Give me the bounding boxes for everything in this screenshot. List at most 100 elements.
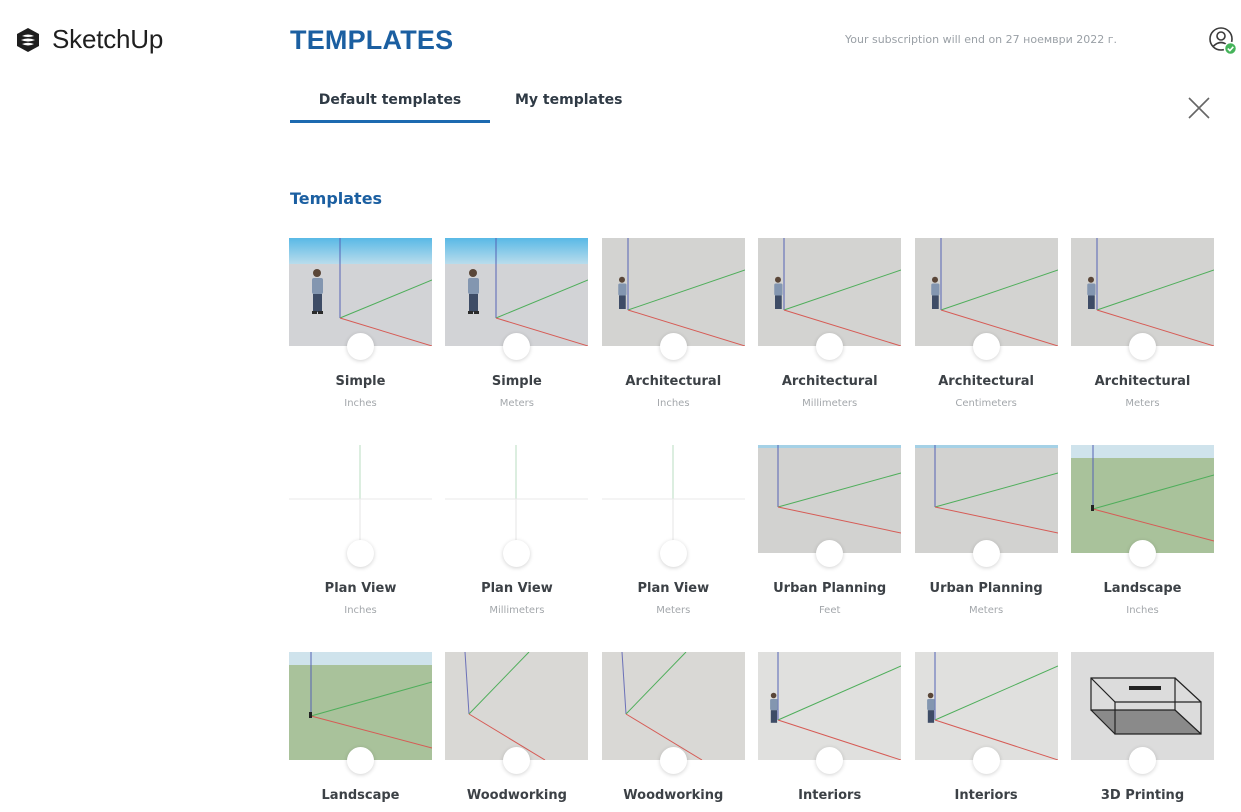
template-preview-image	[758, 238, 902, 346]
template-unit: Inches	[657, 398, 690, 409]
template-title: 3D Printing	[1100, 788, 1185, 803]
template-unit: Meters	[499, 398, 534, 409]
template-thumbnail[interactable]	[289, 652, 432, 774]
template-thumbnail[interactable]	[445, 652, 589, 774]
template-thumbnail[interactable]	[914, 652, 1058, 774]
template-card[interactable]: Woodworking	[445, 652, 589, 812]
template-title: Architectural	[625, 374, 722, 389]
template-select-radio[interactable]	[347, 333, 374, 360]
template-card[interactable]: Architectural Millimeters	[758, 238, 902, 409]
template-unit: Inches	[344, 398, 377, 409]
template-select-radio[interactable]	[972, 333, 1000, 360]
template-unit: Inches	[1126, 605, 1159, 616]
template-select-radio[interactable]	[659, 540, 687, 567]
template-card[interactable]: Architectural Meters	[1071, 238, 1214, 409]
app-logo: SketchUp	[14, 24, 163, 55]
template-thumbnail[interactable]	[289, 445, 432, 567]
template-select-radio[interactable]	[503, 540, 531, 567]
template-title: Architectural	[938, 374, 1034, 389]
tab-default-templates[interactable]: Default templates	[290, 90, 490, 123]
template-preview-image	[758, 445, 902, 553]
template-card[interactable]: Landscape	[289, 652, 432, 812]
template-select-radio[interactable]	[972, 747, 1000, 774]
template-unit: Meters	[969, 605, 1004, 616]
template-thumbnail[interactable]	[914, 238, 1058, 360]
template-thumbnail[interactable]	[601, 445, 745, 567]
sketchup-logo-icon	[17, 27, 39, 52]
template-thumbnail[interactable]	[1071, 652, 1214, 774]
template-preview-image	[289, 445, 432, 553]
template-card[interactable]: Interiors	[914, 652, 1058, 812]
template-preview-image	[601, 652, 745, 760]
template-unit: Millimeters	[802, 398, 858, 409]
template-select-radio[interactable]	[816, 747, 844, 774]
template-unit: Feet	[818, 605, 841, 616]
template-select-radio[interactable]	[659, 333, 687, 360]
template-select-radio[interactable]	[972, 540, 1000, 567]
template-card[interactable]: Interiors	[758, 652, 902, 812]
template-card[interactable]: Woodworking	[601, 652, 745, 812]
template-preview-image	[289, 238, 432, 346]
template-title: Simple	[491, 374, 542, 389]
template-preview-image	[289, 652, 432, 760]
template-thumbnail[interactable]	[601, 652, 745, 774]
template-select-radio[interactable]	[347, 540, 374, 567]
user-account-icon[interactable]	[1208, 26, 1238, 58]
template-preview-image	[601, 238, 745, 346]
template-preview-image	[1071, 652, 1214, 760]
template-card[interactable]: Urban Planning Meters	[914, 445, 1058, 616]
template-preview-image	[1071, 238, 1214, 346]
template-title: Woodworking	[466, 788, 567, 803]
template-preview-image	[914, 652, 1058, 760]
template-select-radio[interactable]	[1129, 333, 1156, 360]
template-thumbnail[interactable]	[758, 445, 902, 567]
tab-my-templates[interactable]: My templates	[515, 90, 623, 123]
template-card[interactable]: Simple Inches	[289, 238, 432, 409]
template-thumbnail[interactable]	[601, 238, 745, 360]
section-title: Templates	[290, 189, 383, 208]
template-unit: Centimeters	[955, 398, 1017, 409]
template-card[interactable]: Landscape Inches	[1071, 445, 1214, 616]
template-title: Landscape	[1103, 581, 1182, 596]
template-card[interactable]: Simple Meters	[445, 238, 589, 409]
template-card[interactable]: Plan View Meters	[601, 445, 745, 616]
template-card[interactable]: Plan View Inches	[289, 445, 432, 616]
template-card[interactable]: Plan View Millimeters	[445, 445, 589, 616]
template-select-radio[interactable]	[503, 333, 531, 360]
template-preview-image	[758, 652, 902, 760]
template-select-radio[interactable]	[659, 747, 687, 774]
close-icon[interactable]	[1185, 94, 1213, 122]
template-tabs: Default templates My templates	[290, 90, 623, 123]
template-card[interactable]: 3D Printing	[1071, 652, 1214, 812]
template-preview-image	[914, 445, 1058, 553]
template-preview-image	[601, 445, 745, 553]
template-thumbnail[interactable]	[758, 652, 902, 774]
template-unit: Inches	[344, 605, 377, 616]
template-thumbnail[interactable]	[758, 238, 902, 360]
template-thumbnail[interactable]	[1071, 445, 1214, 567]
template-title: Landscape	[321, 788, 400, 803]
template-select-radio[interactable]	[347, 747, 374, 774]
template-select-radio[interactable]	[1129, 747, 1156, 774]
template-select-radio[interactable]	[816, 540, 844, 567]
template-thumbnail[interactable]	[1071, 238, 1214, 360]
template-title: Plan View	[481, 581, 553, 596]
subscription-status: Your subscription will end on 27 ноември…	[845, 33, 1118, 46]
template-preview-image	[1071, 445, 1214, 553]
template-preview-image	[445, 652, 589, 760]
template-card[interactable]: Urban Planning Feet	[758, 445, 902, 616]
template-select-radio[interactable]	[1129, 540, 1156, 567]
template-card[interactable]: Architectural Centimeters	[914, 238, 1058, 409]
template-select-radio[interactable]	[503, 747, 531, 774]
template-thumbnail[interactable]	[914, 445, 1058, 567]
template-title: Plan View	[637, 581, 710, 596]
template-preview-image	[445, 238, 589, 346]
template-thumbnail[interactable]	[445, 238, 589, 360]
template-card[interactable]: Architectural Inches	[601, 238, 745, 409]
template-thumbnail[interactable]	[445, 445, 589, 567]
template-title: Architectural	[781, 374, 878, 389]
template-select-radio[interactable]	[816, 333, 844, 360]
template-title: Architectural	[1094, 374, 1191, 389]
template-title: Woodworking	[623, 788, 724, 803]
template-thumbnail[interactable]	[289, 238, 432, 360]
